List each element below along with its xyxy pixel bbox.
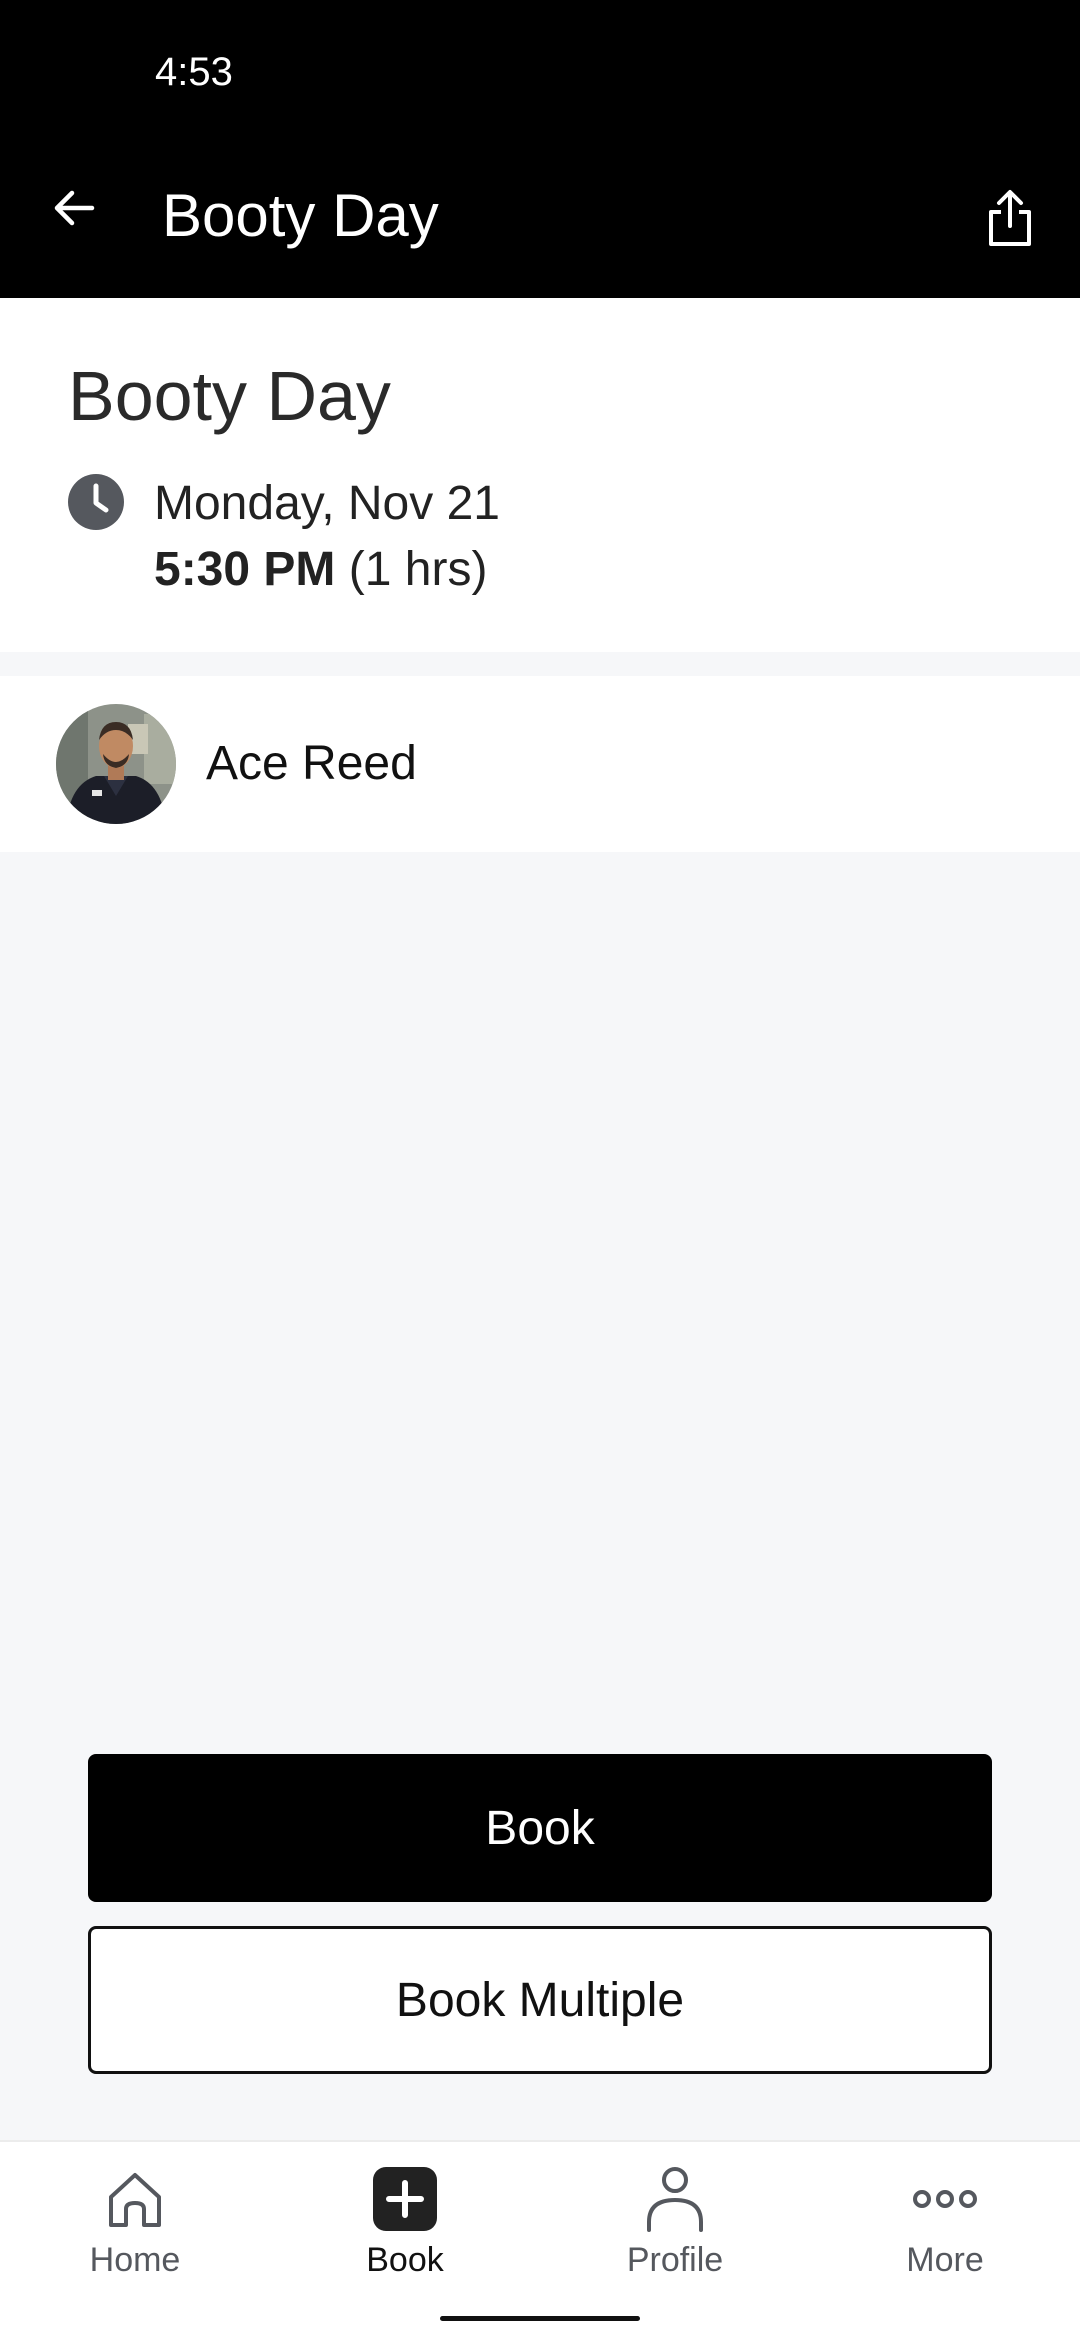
status-bar: 4:53 xyxy=(0,0,1080,140)
nav-item-profile[interactable]: Profile xyxy=(540,2142,810,2292)
nav-item-home[interactable]: Home xyxy=(0,2142,270,2292)
nav-label-profile: Profile xyxy=(626,2241,724,2279)
book-button[interactable]: Book xyxy=(88,1754,992,1902)
app-bar-title: Booty Day xyxy=(162,182,439,249)
nav-label-home: Home xyxy=(89,2241,181,2279)
avatar-photo xyxy=(56,704,176,824)
nav-item-more[interactable]: More xyxy=(810,2142,1080,2292)
app-bar: Booty Day xyxy=(0,140,1080,298)
avatar xyxy=(56,704,176,824)
home-icon xyxy=(109,2173,161,2227)
share-icon xyxy=(989,190,1031,246)
instructor-row[interactable]: Ace Reed xyxy=(0,676,1080,852)
book-multiple-button[interactable]: Book Multiple xyxy=(88,1926,992,2074)
bottom-nav: Home Book Profile More xyxy=(0,2140,1080,2340)
class-time-row: 5:30 PM (1 hrs) xyxy=(154,542,487,598)
more-dots-icon xyxy=(913,2190,977,2208)
instructor-name: Ace Reed xyxy=(206,737,417,790)
class-date: Monday, Nov 21 xyxy=(154,477,500,530)
class-duration: (1 hrs) xyxy=(348,543,488,596)
class-time: 5:30 PM xyxy=(154,543,336,596)
clock-icon xyxy=(68,474,124,530)
nav-item-book[interactable]: Book xyxy=(270,2142,540,2292)
class-detail-card: Booty Day Monday, Nov 21 5:30 PM (1 hrs) xyxy=(0,298,1080,652)
plus-square-icon xyxy=(373,2167,437,2231)
person-icon xyxy=(647,2167,703,2232)
status-time: 4:53 xyxy=(155,50,233,94)
nav-label-book: Book xyxy=(366,2241,444,2279)
arrow-left-icon xyxy=(54,190,95,226)
nav-label-more: More xyxy=(906,2241,984,2279)
home-indicator[interactable] xyxy=(440,2316,640,2321)
share-button[interactable] xyxy=(975,180,1045,256)
class-title: Booty Day xyxy=(68,357,391,435)
back-button[interactable] xyxy=(40,174,108,242)
